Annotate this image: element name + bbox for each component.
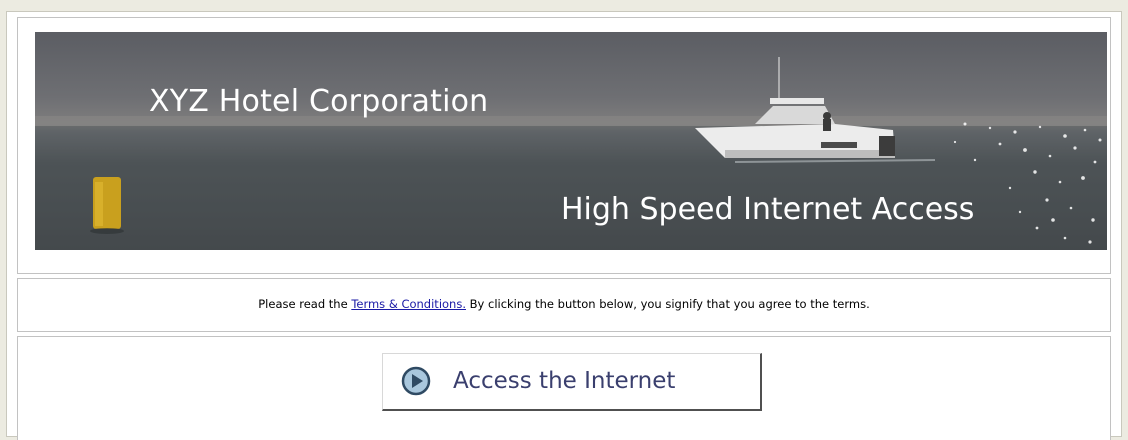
access-internet-label: Access the Internet [453, 368, 676, 394]
terms-prefix-text: Please read the [258, 297, 348, 311]
buoy-graphic [90, 177, 124, 234]
banner-panel: XYZ Hotel Corporation High Speed Interne… [17, 17, 1111, 274]
terms-conditions-link[interactable]: Terms & Conditions. [351, 297, 466, 311]
play-circle-icon [401, 366, 431, 396]
portal-frame: XYZ Hotel Corporation High Speed Interne… [6, 11, 1122, 440]
terms-panel: Please read the Terms & Conditions. By c… [17, 278, 1111, 332]
terms-notice: Please read the Terms & Conditions. By c… [18, 297, 1110, 311]
service-subtitle: High Speed Internet Access [561, 192, 975, 227]
banner-image: XYZ Hotel Corporation High Speed Interne… [35, 32, 1107, 250]
action-panel: Access the Internet [17, 336, 1111, 440]
terms-suffix-text: By clicking the button below, you signif… [469, 297, 870, 311]
company-name-heading: XYZ Hotel Corporation [149, 84, 489, 119]
access-internet-button[interactable]: Access the Internet [382, 353, 762, 411]
